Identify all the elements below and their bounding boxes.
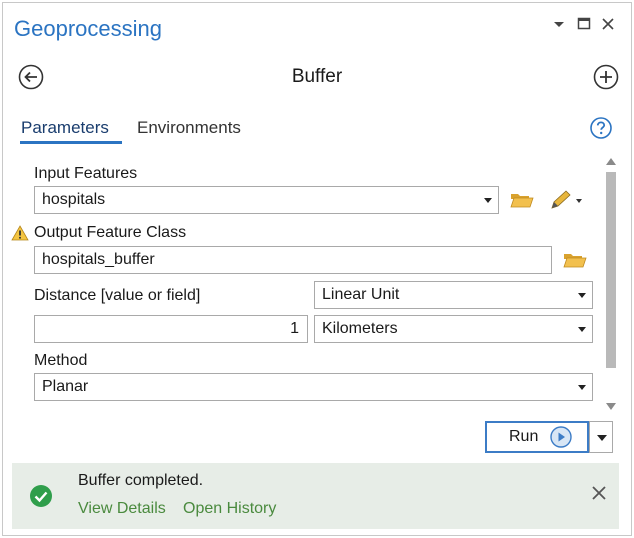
distance-value: 1 — [290, 320, 299, 337]
view-details-link[interactable]: View Details — [78, 500, 166, 518]
warning-icon — [11, 225, 29, 241]
success-check-icon — [29, 484, 53, 508]
chevron-down-icon — [578, 327, 586, 332]
output-feature-class-label: Output Feature Class — [34, 224, 187, 241]
output-feature-class-value: hospitals_buffer — [42, 251, 155, 268]
edit-pencil-icon[interactable] — [548, 189, 584, 211]
pane-title: Geoprocessing — [14, 16, 162, 41]
add-circle-icon[interactable] — [593, 64, 619, 90]
input-features-value: hospitals — [42, 191, 106, 208]
method-label: Method — [34, 352, 88, 369]
folder-icon[interactable] — [563, 251, 587, 269]
folder-icon[interactable] — [510, 191, 534, 209]
run-button[interactable]: Run — [485, 421, 589, 453]
chevron-down-icon — [578, 385, 586, 390]
distance-unit-value: Kilometers — [322, 320, 398, 337]
chevron-down-icon — [578, 293, 586, 298]
method-value: Planar — [42, 378, 89, 395]
distance-type-select[interactable]: Linear Unit — [314, 281, 593, 309]
output-feature-class-input[interactable]: hospitals_buffer — [34, 246, 552, 274]
play-icon — [549, 426, 573, 448]
method-select[interactable]: Planar — [34, 373, 593, 401]
distance-type-value: Linear Unit — [322, 286, 400, 303]
close-icon[interactable] — [590, 484, 608, 502]
scrollbar-thumb[interactable] — [606, 172, 616, 368]
active-tab-indicator — [20, 141, 122, 144]
distance-unit-select[interactable]: Kilometers — [314, 315, 593, 343]
tool-title: Buffer — [291, 66, 343, 87]
tab-environments[interactable]: Environments — [137, 118, 241, 138]
distance-label: Distance [value or field] — [34, 287, 201, 304]
maximize-icon[interactable] — [575, 14, 593, 40]
run-label: Run — [509, 428, 539, 445]
chevron-down-icon — [484, 198, 492, 203]
chevron-down-icon — [597, 435, 607, 441]
status-message: Buffer completed. — [78, 472, 204, 489]
input-features-select[interactable]: hospitals — [34, 186, 499, 214]
run-options-dropdown[interactable] — [589, 421, 613, 453]
close-icon[interactable] — [599, 14, 617, 40]
tab-parameters[interactable]: Parameters — [21, 118, 109, 138]
chevron-down-icon[interactable] — [550, 14, 568, 40]
input-features-label: Input Features — [34, 165, 138, 182]
distance-value-input[interactable]: 1 — [34, 315, 308, 343]
open-history-link[interactable]: Open History — [183, 500, 276, 518]
help-icon[interactable] — [590, 117, 612, 139]
